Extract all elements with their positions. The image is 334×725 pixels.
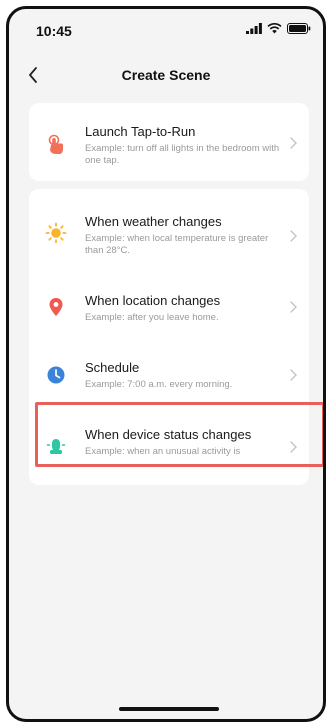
option-description: Example: when an unusual activity is det… — [85, 446, 241, 457]
tap-to-run-card: Launch Tap-to-Run Example: turn off all … — [29, 103, 309, 181]
status-icons — [246, 23, 311, 34]
option-device-status[interactable]: When device status changes Example: when… — [29, 409, 309, 469]
chevron-right-icon — [287, 439, 299, 455]
automation-card: When weather changes Example: when local… — [29, 189, 309, 485]
option-title: When weather changes — [85, 214, 222, 229]
wifi-icon — [267, 23, 282, 34]
option-description: Example: turn off all lights in the bedr… — [85, 143, 280, 166]
clock-icon — [45, 364, 67, 386]
chevron-right-icon — [287, 299, 299, 315]
option-title: Launch Tap-to-Run — [85, 124, 196, 139]
option-tap-to-run[interactable]: Launch Tap-to-Run Example: turn off all … — [29, 103, 309, 181]
option-schedule[interactable]: Schedule Example: 7:00 a.m. every mornin… — [29, 343, 309, 403]
hand-tap-icon — [45, 133, 67, 155]
sun-icon — [45, 222, 67, 244]
device-status-icon — [45, 436, 67, 458]
signal-icon — [246, 23, 262, 34]
phone-frame: 10:45 Create Scene Launch Tap-to-Run Exa… — [6, 6, 326, 722]
option-weather[interactable]: When weather changes Example: when local… — [29, 189, 309, 263]
location-pin-icon — [45, 296, 67, 318]
chevron-right-icon — [287, 367, 299, 383]
option-title: When location changes — [85, 293, 221, 308]
option-description: Example: after you leave home. — [85, 312, 219, 323]
status-time: 10:45 — [36, 23, 72, 39]
option-location[interactable]: When location changes Example: after you… — [29, 275, 309, 335]
option-title: When device status changes — [85, 427, 252, 442]
nav-bar: Create Scene — [9, 57, 323, 93]
chevron-right-icon — [287, 135, 299, 151]
option-title: Schedule — [85, 360, 140, 375]
option-description: Example: when local temperature is great… — [85, 233, 269, 256]
chevron-right-icon — [287, 228, 299, 244]
status-bar: 10:45 — [9, 9, 323, 53]
battery-icon — [287, 23, 311, 34]
home-indicator — [119, 707, 219, 711]
page-title: Create Scene — [121, 67, 211, 83]
option-description: Example: 7:00 a.m. every morning. — [85, 379, 233, 390]
